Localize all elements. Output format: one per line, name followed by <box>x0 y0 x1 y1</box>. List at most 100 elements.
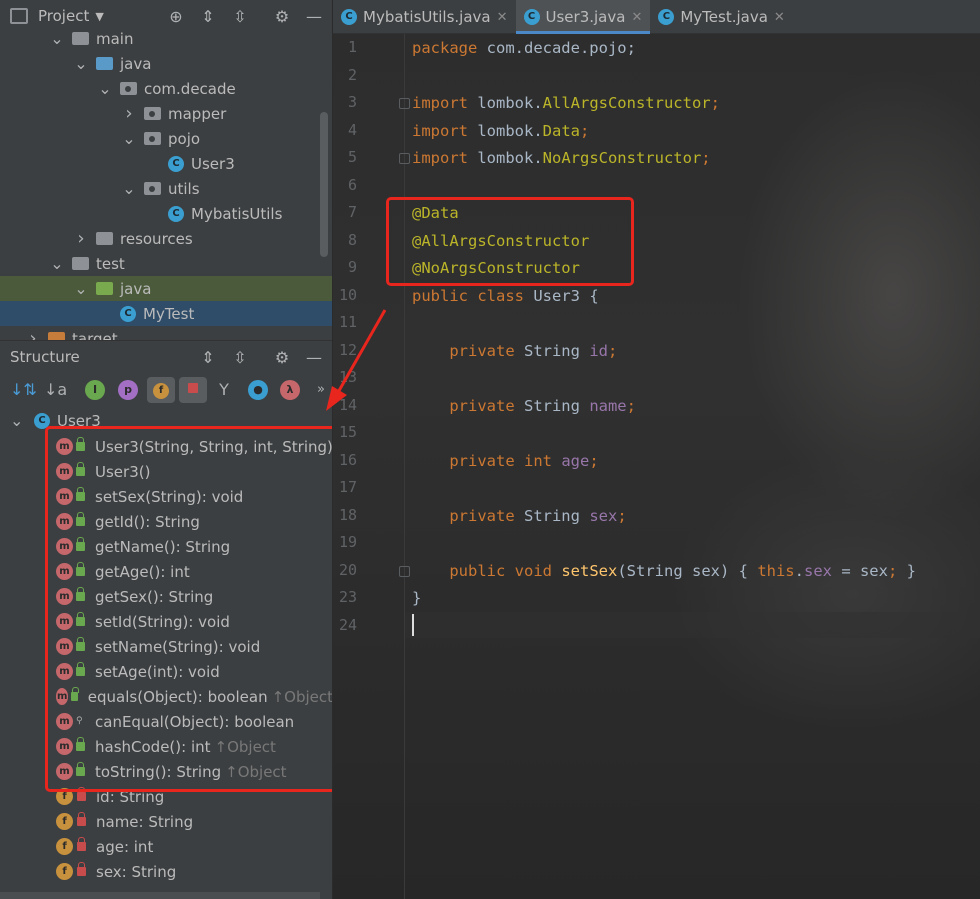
collapse-all-icon[interactable]: ⇳ <box>230 348 250 368</box>
more-icon[interactable]: » <box>311 380 331 400</box>
tree-node-label: resources <box>120 229 193 248</box>
text-caret <box>412 614 414 636</box>
locate-icon[interactable]: ⊕ <box>166 7 186 27</box>
tree-node-mapper[interactable]: › mapper <box>0 101 332 126</box>
sort-alphabetically-icon[interactable]: ↓a <box>44 380 67 400</box>
tab-mytest[interactable]: C MyTest.java ✕ <box>650 0 792 34</box>
tree-node-target[interactable]: › target <box>0 326 332 340</box>
gear-icon[interactable]: ⚙ <box>272 348 292 368</box>
chevron-right-icon[interactable]: › <box>74 229 88 247</box>
close-icon[interactable]: ✕ <box>631 10 642 25</box>
public-access-icon <box>76 762 85 776</box>
structure-method-item[interactable]: m getSex(): String <box>0 584 332 609</box>
structure-field-item[interactable]: f name: String <box>0 809 332 834</box>
chevron-down-icon[interactable]: ⌄ <box>50 30 64 46</box>
tree-node-label: test <box>96 254 125 273</box>
hierarchy-icon[interactable]: Y <box>214 380 234 400</box>
fold-marker-icon[interactable] <box>399 565 410 577</box>
tree-node-label: User3 <box>191 154 235 173</box>
tab-user3[interactable]: C User3.java ✕ <box>515 0 651 34</box>
fold-marker-icon[interactable] <box>399 98 410 109</box>
code-token: id <box>589 341 608 360</box>
left-tool-window: Project ▼ ⊕ ⇕ ⇳ ⚙ — ⌄ main ⌄ java ⌄ com.decad… <box>0 0 333 899</box>
tree-node-com-decade[interactable]: ⌄ com.decade <box>0 76 332 101</box>
tree-node-mytest[interactable]: ›CMyTest <box>0 301 332 326</box>
structure-field-item[interactable]: f age: int <box>0 834 332 859</box>
code-token: com.decade.pojo; <box>486 39 636 57</box>
show-non-public-toggle[interactable] <box>179 377 207 403</box>
show-properties-icon[interactable]: p <box>118 380 138 400</box>
close-icon[interactable]: ✕ <box>497 10 508 25</box>
method-icon: m <box>56 538 73 555</box>
structure-scrollbar[interactable] <box>0 892 320 899</box>
chevron-down-icon[interactable]: ⌄ <box>98 80 112 96</box>
structure-method-item[interactable]: m User3(String, String, int, String) <box>0 434 332 459</box>
structure-method-item[interactable]: m setName(String): void <box>0 634 332 659</box>
tree-node-mybatisutils[interactable]: ›CMybatisUtils <box>0 201 332 226</box>
chevron-down-icon[interactable]: ⌄ <box>122 180 136 196</box>
code-line: public void setSex(String sex) { this.se… <box>412 561 916 581</box>
tree-node-java[interactable]: ⌄ java <box>0 51 332 76</box>
public-access-icon <box>76 437 85 451</box>
chevron-down-icon[interactable]: ⌄ <box>50 255 64 271</box>
structure-field-item[interactable]: f id: String <box>0 784 332 809</box>
chevron-right-icon[interactable]: › <box>26 329 40 340</box>
chevron-down-icon[interactable]: ⌄ <box>10 411 24 430</box>
public-access-icon <box>76 662 85 676</box>
folder-icon <box>72 257 89 270</box>
tree-node-utils[interactable]: ⌄ utils <box>0 176 332 201</box>
structure-method-item[interactable]: m setAge(int): void <box>0 659 332 684</box>
structure-root-label: User3 <box>57 411 101 430</box>
minimize-icon[interactable]: — <box>304 7 324 27</box>
folder-icon <box>72 32 89 45</box>
expand-all-icon[interactable]: ⇕ <box>198 348 218 368</box>
structure-method-item[interactable]: m User3() <box>0 459 332 484</box>
show-inherited-icon[interactable]: I <box>85 380 105 400</box>
structure-method-item[interactable]: m setId(String): void <box>0 609 332 634</box>
structure-method-item[interactable]: m toString(): String ↑Object <box>0 759 332 784</box>
structure-method-item[interactable]: m getAge(): int <box>0 559 332 584</box>
structure-method-item[interactable]: m getId(): String <box>0 509 332 534</box>
code-token: private <box>412 396 524 415</box>
tree-node-pojo[interactable]: ⌄ pojo <box>0 126 332 151</box>
sort-by-visibility-icon[interactable]: ↓⇅ <box>10 380 37 400</box>
line-number: 7 <box>347 203 357 221</box>
tree-node-resources[interactable]: › resources <box>0 226 332 251</box>
code-editor[interactable]: 1 2 3 4 5 6 7 8 9 10 11 12 13 14 15 16 17 18 19 20 23 24 pack… <box>333 34 980 899</box>
line-number: 2 <box>347 65 357 84</box>
structure-method-item[interactable]: m ⚲ canEqual(Object): boolean <box>0 709 332 734</box>
chevron-right-icon[interactable]: › <box>122 104 136 122</box>
show-fields-toggle[interactable]: f <box>147 377 175 403</box>
member-label: age: int <box>96 837 154 856</box>
tab-label: User3.java <box>545 8 626 26</box>
anonymous-classes-icon[interactable]: ● <box>248 380 268 400</box>
expand-all-icon[interactable]: ⇕ <box>198 7 218 27</box>
structure-method-item[interactable]: m equals(Object): boolean ↑Object <box>0 684 332 709</box>
chevron-down-icon[interactable]: ⌄ <box>74 55 88 71</box>
fold-marker-icon[interactable] <box>399 153 410 164</box>
tree-node-user3[interactable]: ›CUser3 <box>0 151 332 176</box>
structure-toolbar: Structure ⇕ ⇳ ⚙ — <box>0 340 332 374</box>
tree-node-test[interactable]: ⌄ test <box>0 251 332 276</box>
chevron-down-icon[interactable]: ⌄ <box>74 280 88 296</box>
structure-root-user3[interactable]: ⌄ C User3 <box>0 408 332 433</box>
tab-label: MyTest.java <box>680 8 768 26</box>
tree-node-main[interactable]: ⌄ main <box>0 27 332 51</box>
collapse-all-icon[interactable]: ⇳ <box>230 7 250 27</box>
tree-node-java[interactable]: ⌄ java <box>0 276 332 301</box>
structure-field-item[interactable]: f sex: String <box>0 859 332 884</box>
project-scrollbar[interactable] <box>320 112 328 257</box>
code-token: } <box>412 589 422 607</box>
tree-node-label: java <box>120 279 152 298</box>
structure-method-item[interactable]: m getName(): String <box>0 534 332 559</box>
line-number: 16 <box>338 450 357 469</box>
project-view-selector[interactable]: Project ▼ <box>38 7 104 25</box>
gear-icon[interactable]: ⚙ <box>272 7 292 27</box>
structure-method-item[interactable]: m setSex(String): void <box>0 484 332 509</box>
close-icon[interactable]: ✕ <box>774 10 785 25</box>
chevron-down-icon[interactable]: ⌄ <box>122 130 136 146</box>
minimize-icon[interactable]: — <box>304 348 324 368</box>
structure-method-item[interactable]: m hashCode(): int ↑Object <box>0 734 332 759</box>
lambdas-icon[interactable]: λ <box>280 380 300 400</box>
tab-mybatisutils[interactable]: C MybatisUtils.java ✕ <box>333 0 516 34</box>
